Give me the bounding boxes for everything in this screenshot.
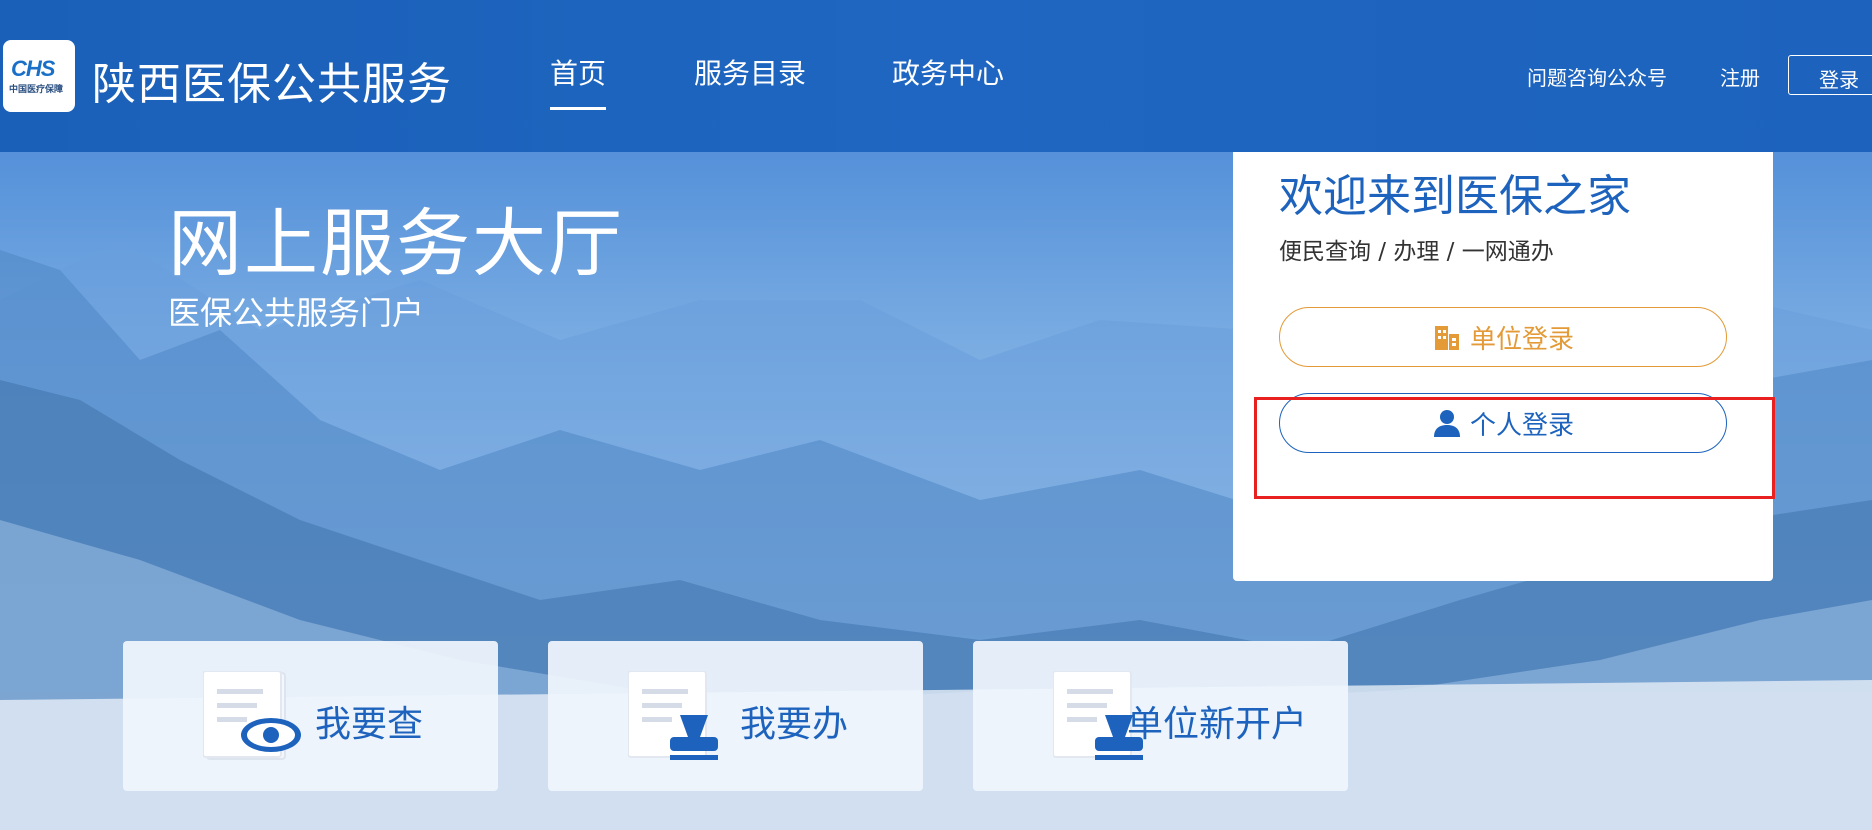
document-stamp-icon (628, 671, 718, 760)
hero-title: 网上服务大厅 (168, 201, 624, 287)
nav-government-center[interactable]: 政务中心 (892, 52, 1004, 92)
panel-title: 欢迎来到医保之家 (1279, 171, 1631, 222)
chs-logo[interactable]: CHS 中国医疗保障 (3, 40, 75, 112)
logo-mark-text: CHS (11, 56, 55, 81)
card-unit-account-label: 单位新开户 (1127, 704, 1308, 745)
nav-home[interactable]: 首页 (550, 52, 607, 110)
top-header: CHS 中国医疗保障 陕西医保公共服务 首页 服务目录 政务中心 问题咨询公众号… (0, 0, 1872, 152)
login-button[interactable]: 登录 (1788, 55, 1872, 95)
card-handle-label: 我要办 (740, 704, 849, 745)
annotation-highlight-box (1254, 397, 1775, 499)
unit-login-label: 单位登录 (1469, 324, 1574, 355)
register-link[interactable]: 注册 (1720, 62, 1760, 91)
hero-subtitle: 医保公共服务门户 (168, 294, 425, 332)
unit-login-button[interactable]: 单位登录 (1279, 307, 1727, 367)
wechat-consult-link[interactable]: 问题咨询公众号 (1527, 62, 1667, 91)
card-handle[interactable]: 我要办 (548, 641, 923, 791)
nav-service-catalog[interactable]: 服务目录 (694, 52, 806, 92)
building-icon (1434, 326, 1459, 350)
card-query-label: 我要查 (315, 704, 424, 745)
site-title: 陕西医保公共服务 (92, 59, 452, 110)
card-query[interactable]: 我要查 (123, 641, 498, 791)
logo-subtext: 中国医疗保障 (9, 85, 64, 95)
panel-subtitle: 便民查询 / 办理 / 一网通办 (1279, 239, 1554, 265)
card-unit-account[interactable]: 单位新开户 (973, 641, 1348, 791)
document-eye-icon (203, 671, 301, 760)
login-panel: 欢迎来到医保之家 便民查询 / 办理 / 一网通办 单位登录 个人登录 (1233, 152, 1773, 581)
